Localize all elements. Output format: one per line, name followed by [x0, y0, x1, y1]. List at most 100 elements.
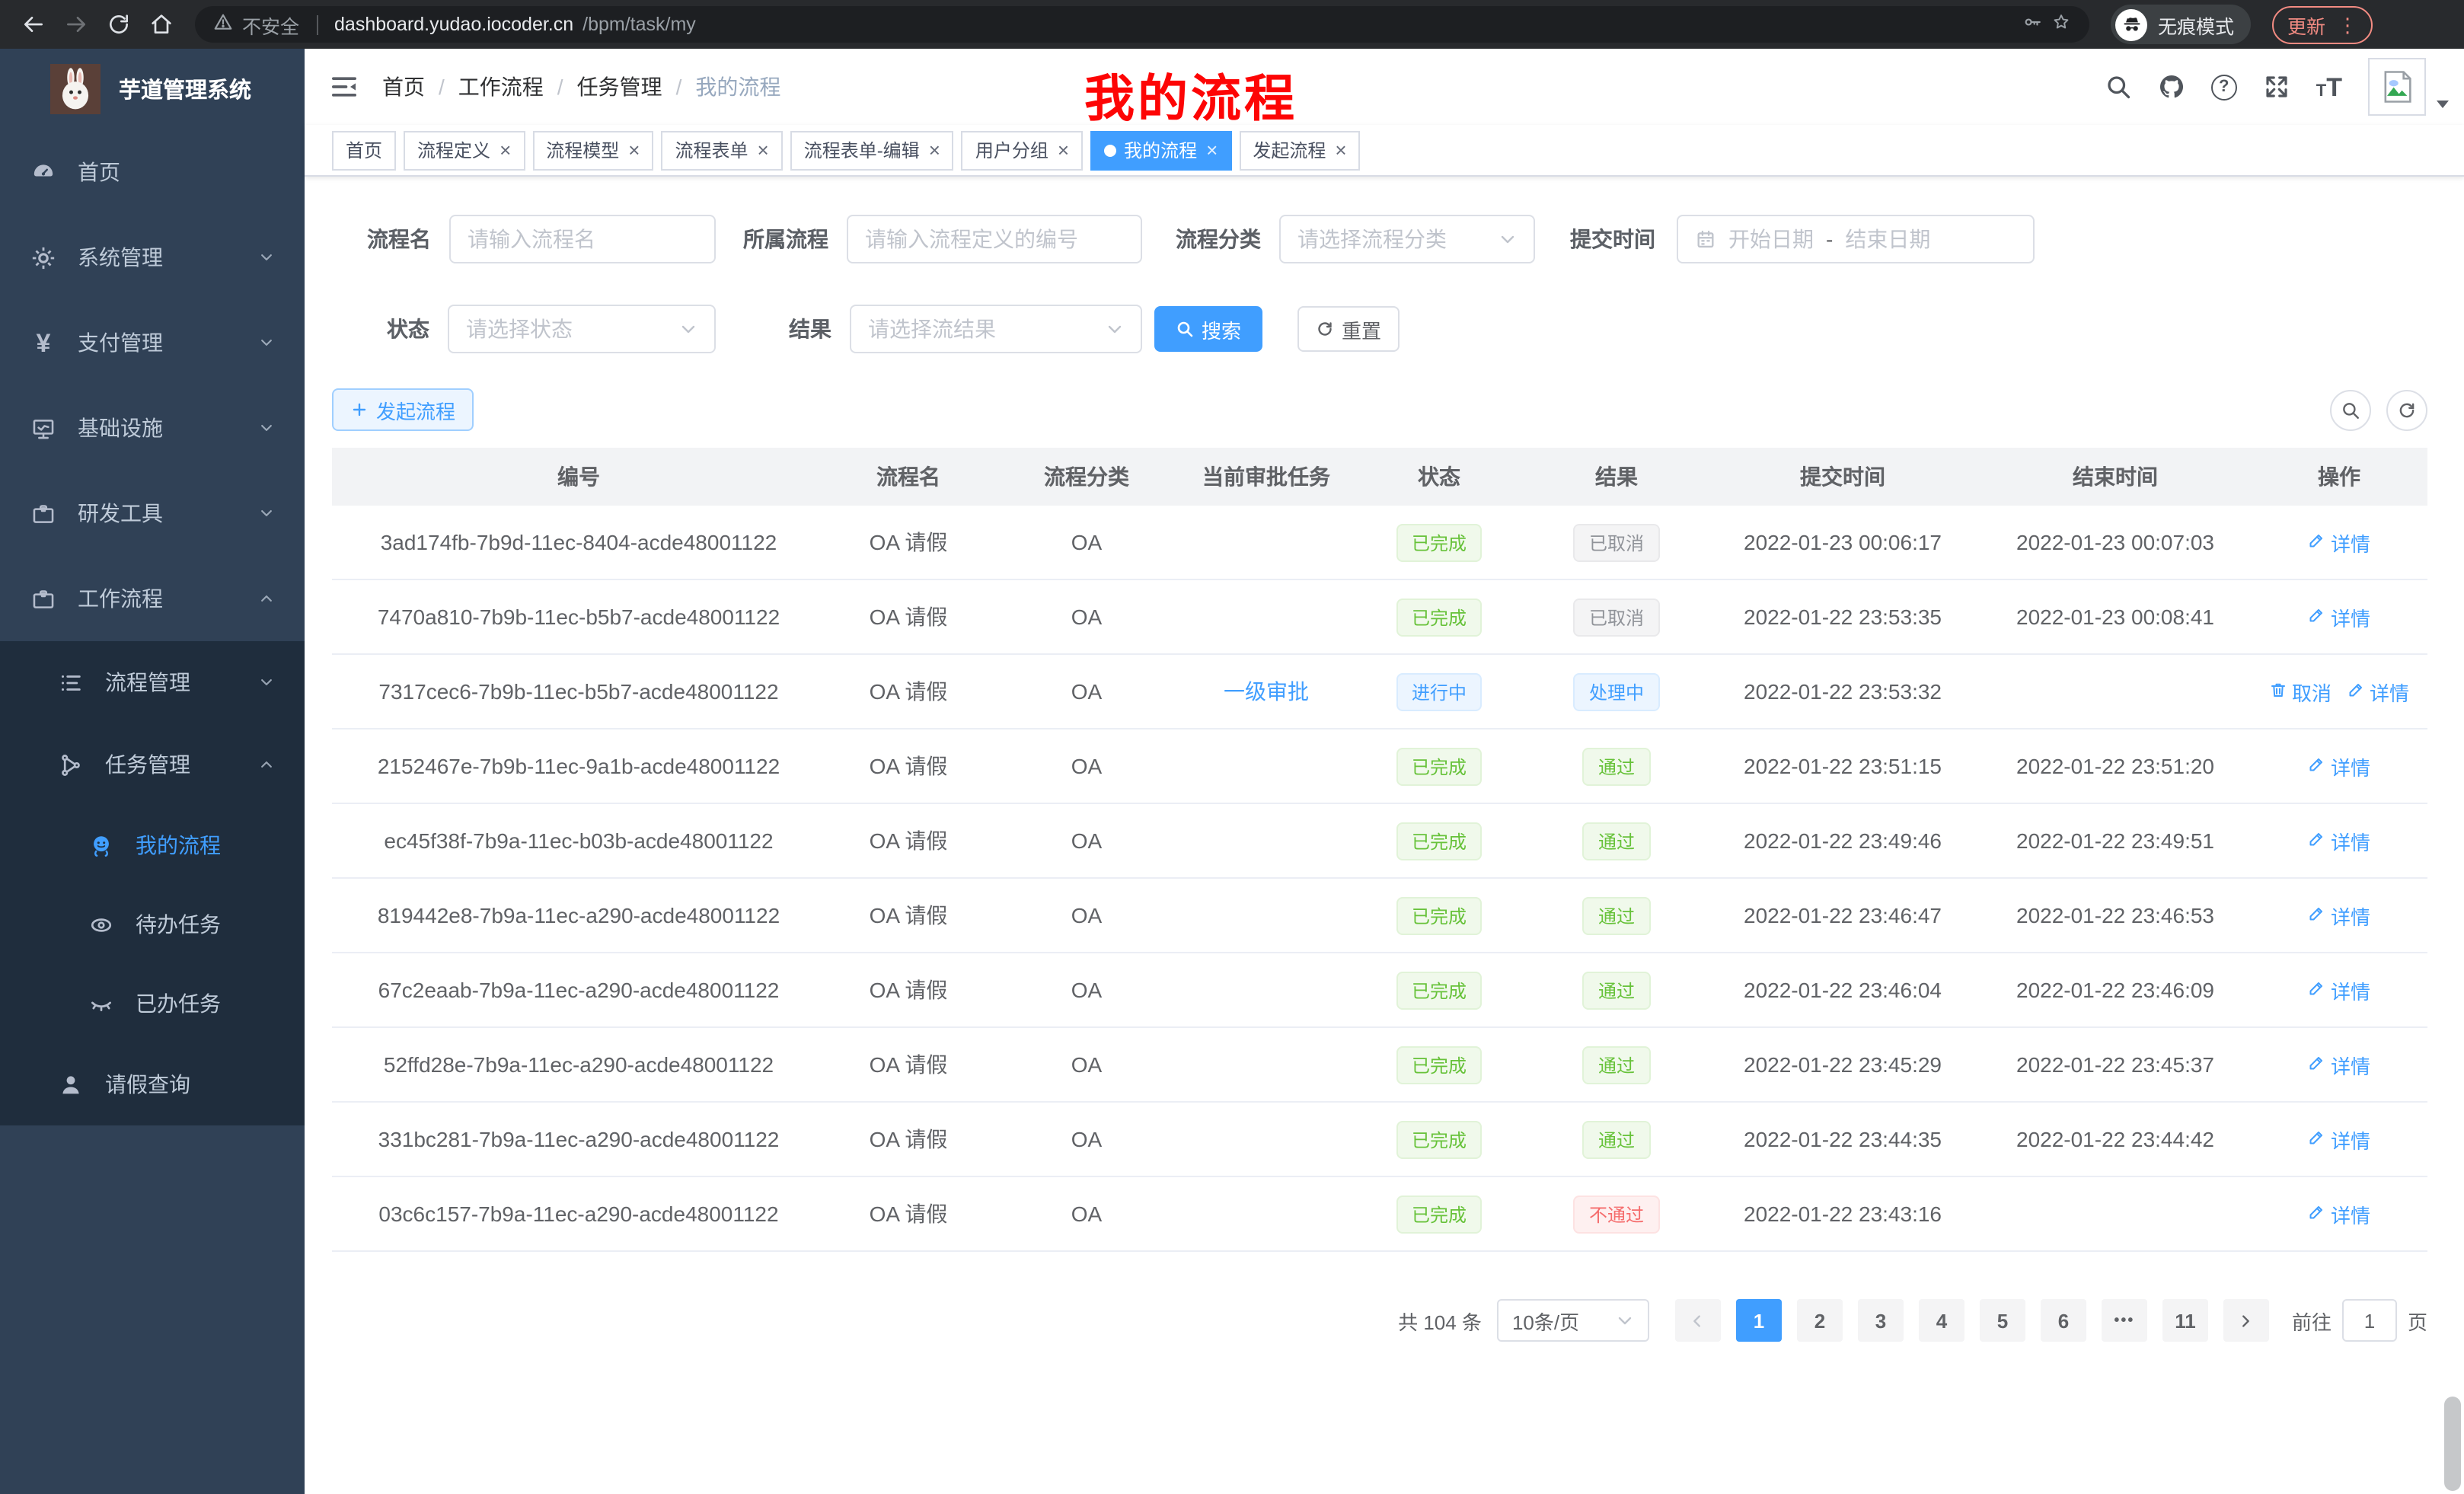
close-icon[interactable]: ×	[1058, 140, 1069, 160]
category-select[interactable]: 请选择流程分类	[1279, 215, 1535, 263]
more-pages-button[interactable]: •••	[2102, 1299, 2147, 1342]
sidebar-item-process-mgmt[interactable]: 流程管理	[0, 641, 305, 723]
page-button-6[interactable]: 6	[2041, 1299, 2086, 1342]
submit-time-range-input[interactable]: 开始日期 - 结束日期	[1677, 215, 2035, 263]
page-button-4[interactable]: 4	[1919, 1299, 1964, 1342]
chevron-down-icon	[259, 250, 274, 265]
sidebar-item-leave-query[interactable]: 请假查询	[0, 1043, 305, 1125]
bookmark-star-icon[interactable]	[2051, 12, 2071, 37]
tab-流程模型[interactable]: 流程模型×	[532, 130, 653, 170]
detail-button[interactable]: 详情	[2308, 1199, 2370, 1228]
reload-icon[interactable]	[101, 6, 137, 43]
cell-status: 已完成	[1351, 747, 1527, 785]
back-icon[interactable]	[15, 6, 52, 43]
chevron-down-icon	[1106, 320, 1124, 338]
logo-row[interactable]: 芋道管理系统	[0, 49, 305, 129]
page-button-3[interactable]: 3	[1858, 1299, 1904, 1342]
table-refresh-icon[interactable]	[2386, 389, 2427, 430]
fullscreen-icon[interactable]	[2263, 73, 2290, 101]
tab-首页[interactable]: 首页	[332, 130, 396, 170]
page-button-11[interactable]: 11	[2162, 1299, 2208, 1342]
close-icon[interactable]: ×	[500, 140, 511, 160]
forward-icon[interactable]	[58, 6, 94, 43]
font-size-icon[interactable]: TT	[2316, 74, 2342, 100]
close-icon[interactable]: ×	[1335, 140, 1346, 160]
table-search-icon[interactable]	[2330, 389, 2371, 430]
sidebar-item-todo-tasks[interactable]: 待办任务	[0, 885, 305, 964]
sidebar-item-home[interactable]: 首页	[0, 129, 305, 215]
cell-result: 已取消	[1527, 598, 1706, 636]
status-select[interactable]: 请选择状态	[448, 305, 716, 353]
goto-page-input[interactable]	[2342, 1299, 2397, 1342]
close-icon[interactable]: ×	[758, 140, 769, 160]
detail-button[interactable]: 详情	[2308, 826, 2370, 855]
sidebar-item-system[interactable]: 系统管理	[0, 215, 305, 300]
detail-button[interactable]: 详情	[2308, 1050, 2370, 1079]
prev-page-button[interactable]	[1675, 1299, 1721, 1342]
breadcrumb-item[interactable]: 首页	[382, 72, 425, 102]
address-bar[interactable]: 不安全 dashboard.yudao.iocoder.cn/bpm/task/…	[195, 6, 2089, 43]
create-process-button[interactable]: 发起流程	[332, 388, 474, 431]
close-icon[interactable]: ×	[628, 140, 640, 160]
tab-流程表单-编辑[interactable]: 流程表单-编辑×	[790, 130, 954, 170]
page-button-1[interactable]: 1	[1736, 1299, 1782, 1342]
caret-down-icon[interactable]	[2437, 100, 2449, 107]
result-select[interactable]: 请选择流结果	[850, 305, 1142, 353]
cell-result: 通过	[1527, 971, 1706, 1009]
sidebar-item-label: 待办任务	[136, 909, 221, 940]
browser-menu-icon[interactable]: ⋮	[2338, 14, 2357, 34]
sidebar-item-infrastructure[interactable]: 基础设施	[0, 385, 305, 471]
key-icon[interactable]	[2022, 12, 2042, 37]
edit-icon	[2308, 1128, 2326, 1151]
breadcrumb-separator: /	[676, 75, 682, 99]
cell-actions: 详情	[2251, 1125, 2427, 1154]
page-size-select[interactable]: 10条/页	[1497, 1299, 1649, 1342]
detail-button[interactable]: 详情	[2308, 901, 2370, 930]
action-label: 详情	[2331, 975, 2370, 1004]
detail-button[interactable]: 详情	[2308, 752, 2370, 781]
sidebar-fold-icon[interactable]	[329, 72, 359, 102]
process-name-input[interactable]	[449, 215, 716, 263]
action-label: 详情	[2331, 752, 2370, 781]
page-button-2[interactable]: 2	[1797, 1299, 1843, 1342]
cell-submit-time: 2022-01-22 23:49:46	[1706, 828, 1980, 853]
scrollbar-thumb[interactable]	[2444, 1397, 2461, 1491]
sidebar-item-my-process[interactable]: 我的流程	[0, 806, 305, 885]
task-link[interactable]: 一级审批	[1224, 679, 1309, 704]
help-icon[interactable]: ?	[2211, 74, 2237, 100]
row-actions: 详情	[2251, 1050, 2427, 1079]
detail-button[interactable]: 详情	[2308, 975, 2370, 1004]
detail-button[interactable]: 详情	[2347, 677, 2409, 706]
parent-process-input[interactable]	[847, 215, 1142, 263]
next-page-button[interactable]	[2223, 1299, 2269, 1342]
detail-button[interactable]: 详情	[2308, 528, 2370, 557]
page-button-5[interactable]: 5	[1980, 1299, 2025, 1342]
close-icon[interactable]: ×	[1206, 140, 1218, 160]
detail-button[interactable]: 详情	[2308, 602, 2370, 631]
tab-发起流程[interactable]: 发起流程×	[1239, 130, 1360, 170]
breadcrumb-item[interactable]: 工作流程	[458, 72, 544, 102]
tab-流程定义[interactable]: 流程定义×	[404, 130, 525, 170]
update-button[interactable]: 更新 ⋮	[2272, 5, 2373, 43]
breadcrumb-item[interactable]: 任务管理	[577, 72, 662, 102]
sidebar-item-devtools[interactable]: 研发工具	[0, 471, 305, 556]
sidebar-item-payment[interactable]: ¥支付管理	[0, 300, 305, 385]
avatar[interactable]	[2368, 58, 2426, 116]
search-icon[interactable]	[2105, 73, 2132, 101]
home-icon[interactable]	[143, 6, 180, 43]
sidebar-item-task-mgmt[interactable]: 任务管理	[0, 723, 305, 806]
refresh-icon	[1316, 320, 1334, 338]
sidebar-item-workflow[interactable]: 工作流程	[0, 556, 305, 641]
detail-button[interactable]: 详情	[2308, 1125, 2370, 1154]
action-label: 详情	[2331, 901, 2370, 930]
cancel-button[interactable]: 取消	[2269, 677, 2332, 706]
close-icon[interactable]: ×	[929, 140, 940, 160]
github-icon[interactable]	[2158, 73, 2185, 101]
reset-button[interactable]: 重置	[1297, 306, 1400, 352]
submit-time-label: 提交时间	[1570, 224, 1655, 254]
tab-流程表单[interactable]: 流程表单×	[661, 130, 782, 170]
search-button[interactable]: 搜索	[1154, 306, 1262, 352]
tab-用户分组[interactable]: 用户分组×	[962, 130, 1083, 170]
tab-我的流程[interactable]: 我的流程×	[1090, 130, 1231, 170]
sidebar-item-done-tasks[interactable]: 已办任务	[0, 964, 305, 1043]
